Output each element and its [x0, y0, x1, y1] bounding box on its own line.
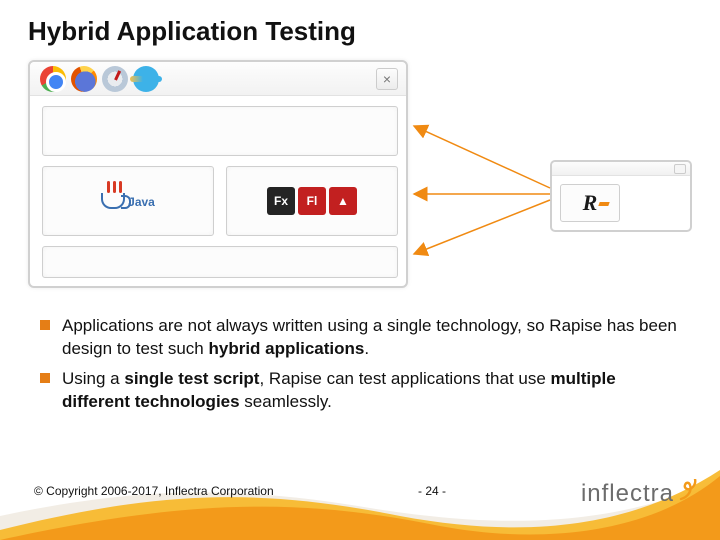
air-icon: ▲	[329, 187, 357, 215]
bullet-item: Using a single test script, Rapise can t…	[40, 367, 680, 414]
window-titlebar: ×	[30, 62, 406, 96]
flex-icon: Fx	[267, 187, 295, 215]
java-icon: Java	[101, 193, 155, 209]
firefox-icon	[71, 66, 97, 92]
hybrid-diagram: × Java Fx Fl ▲ R	[28, 56, 692, 296]
safari-icon	[102, 66, 128, 92]
close-icon: ×	[376, 68, 398, 90]
brand-name: inflectra	[581, 480, 674, 508]
flash-icon: Fl	[298, 187, 326, 215]
hybrid-app-window: × Java Fx Fl ▲	[28, 60, 408, 288]
bullet-list: Applications are not always written usin…	[40, 314, 680, 420]
tech-box-flash: Fx Fl ▲	[226, 166, 398, 236]
page-number: - 24 -	[418, 484, 446, 498]
page-title: Hybrid Application Testing	[28, 16, 356, 47]
tech-box-top	[42, 106, 398, 156]
chrome-icon	[40, 66, 66, 92]
bullet-item: Applications are not always written usin…	[40, 314, 680, 361]
ie-icon	[133, 66, 159, 92]
java-label: Java	[128, 195, 155, 209]
rapise-logo-icon: R	[583, 190, 598, 216]
rapise-close-icon	[674, 164, 686, 174]
rapise-window: R	[550, 160, 692, 232]
brand-swirl-icon	[678, 479, 698, 501]
tech-box-bottom	[42, 246, 398, 278]
tech-box-java: Java	[42, 166, 214, 236]
brand-logo: inflectra	[581, 479, 698, 508]
rapise-logo-box: R	[560, 184, 620, 222]
copyright-text: © Copyright 2006-2017, Inflectra Corpora…	[34, 484, 274, 498]
